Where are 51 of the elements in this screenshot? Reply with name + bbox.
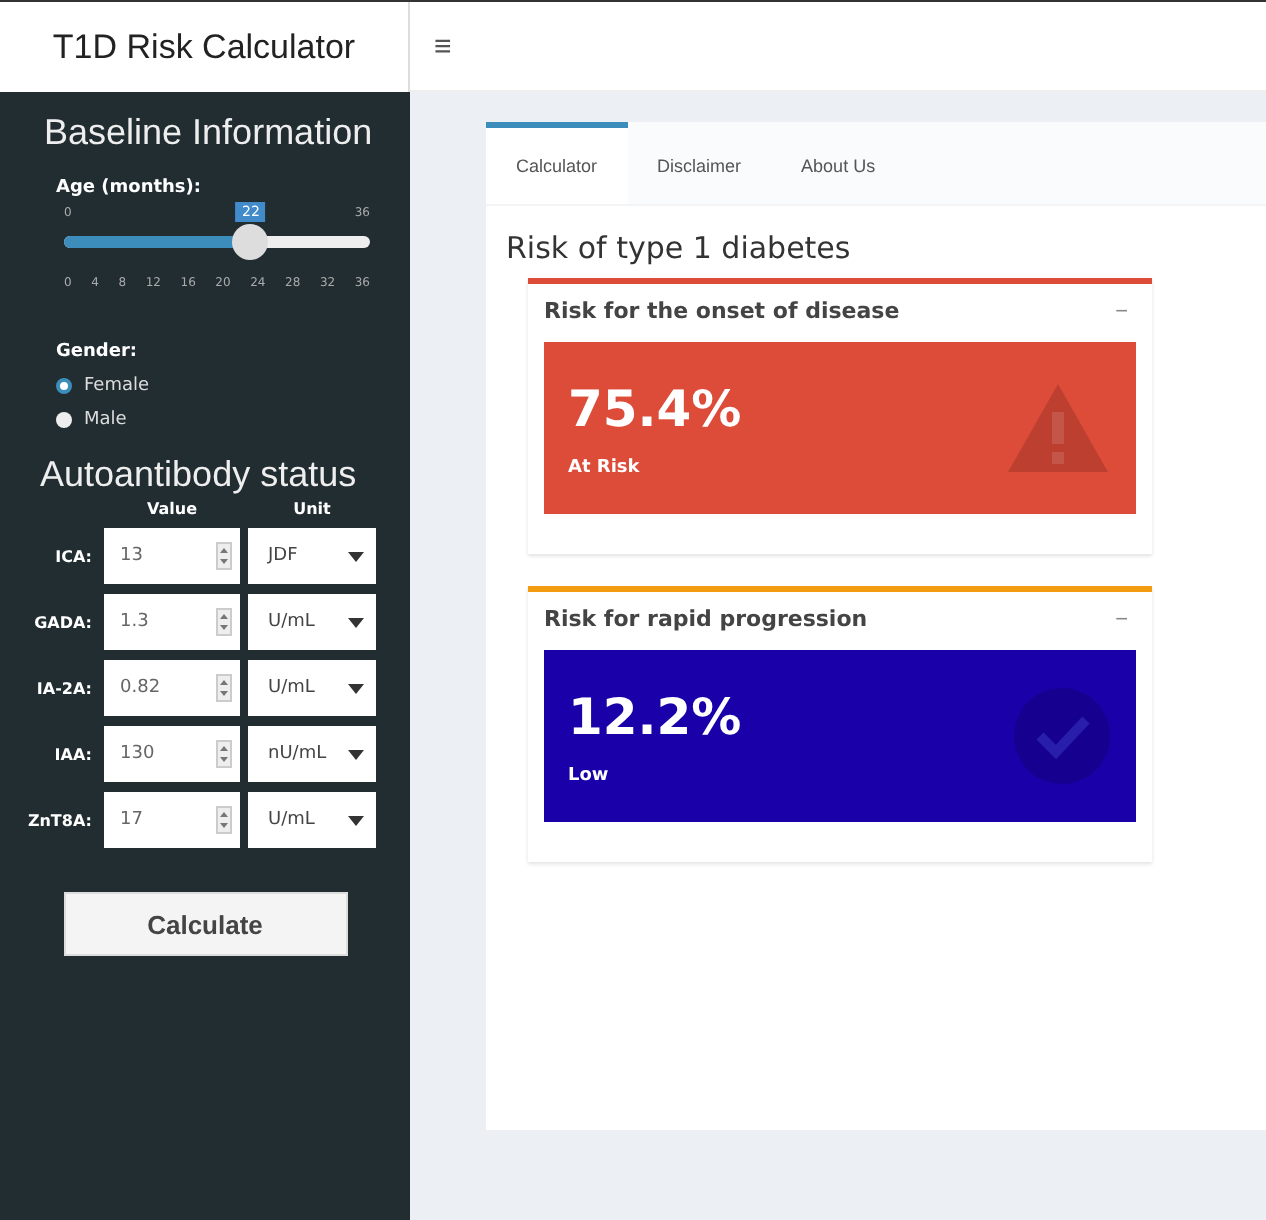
unit-dropdown[interactable]: U/mL [248, 792, 376, 848]
spinner-icon [216, 674, 232, 702]
warning-icon [1004, 380, 1112, 476]
spinner-icon [216, 740, 232, 768]
number-field[interactable]: 1.3 [104, 594, 240, 650]
tab[interactable]: Disclaimer [627, 122, 772, 204]
risk-value: 75.4% [568, 379, 742, 437]
card-title: Risk for rapid progression [544, 606, 868, 632]
radio-option[interactable]: Female [56, 376, 394, 396]
tab[interactable]: Calculator [486, 122, 628, 204]
slider[interactable] [64, 224, 370, 260]
column-header: Unit [291, 500, 333, 518]
page-heading: Risk of type 1 diabetes [506, 230, 853, 266]
tab[interactable]: About Us [771, 122, 906, 204]
collapse-button[interactable]: − [1107, 299, 1136, 323]
caret-icon [348, 683, 364, 693]
menu-button[interactable]: ≡ [418, 21, 468, 71]
antibody-label: GADA: [32, 613, 94, 631]
caret-icon [348, 617, 364, 627]
section-title: Baseline Information [42, 112, 375, 154]
spinner-icon [216, 542, 232, 570]
spinner-icon [216, 608, 232, 636]
antibody-label: ZnT8A: [25, 811, 94, 829]
unit-dropdown[interactable]: JDF [248, 528, 376, 584]
spinner-icon [216, 806, 232, 834]
risk-value: 12.2% [568, 687, 742, 745]
number-field[interactable]: 130 [104, 726, 240, 782]
age-label: Age (months): [56, 178, 204, 198]
unit-dropdown[interactable]: U/mL [248, 660, 376, 716]
number-field[interactable]: 17 [104, 792, 240, 848]
gender-label: Gender: [56, 342, 139, 362]
antibody-label: ICA: [53, 547, 94, 565]
number-field[interactable]: 13 [104, 528, 240, 584]
calculate-button[interactable]: Calculate [63, 892, 347, 956]
collapse-button[interactable]: − [1107, 607, 1136, 631]
antibody-label: IA-2A: [34, 679, 94, 697]
unit-dropdown[interactable]: nU/mL [248, 726, 376, 782]
antibody-label: IAA: [52, 745, 94, 763]
risk-status: At Risk [568, 457, 642, 477]
number-field[interactable]: 0.82 [104, 660, 240, 716]
column-header: Value [144, 500, 199, 518]
section-title: Autoantibody status [38, 454, 359, 496]
check-circle-icon [1012, 686, 1112, 786]
unit-dropdown[interactable]: U/mL [248, 594, 376, 650]
risk-status: Low [568, 765, 611, 785]
caret-icon [348, 551, 364, 561]
card-title: Risk for the onset of disease [544, 298, 900, 324]
caret-icon [348, 815, 364, 825]
slider-handle[interactable] [232, 224, 269, 260]
caret-icon [348, 749, 364, 759]
radio-option[interactable]: Male [56, 410, 394, 430]
